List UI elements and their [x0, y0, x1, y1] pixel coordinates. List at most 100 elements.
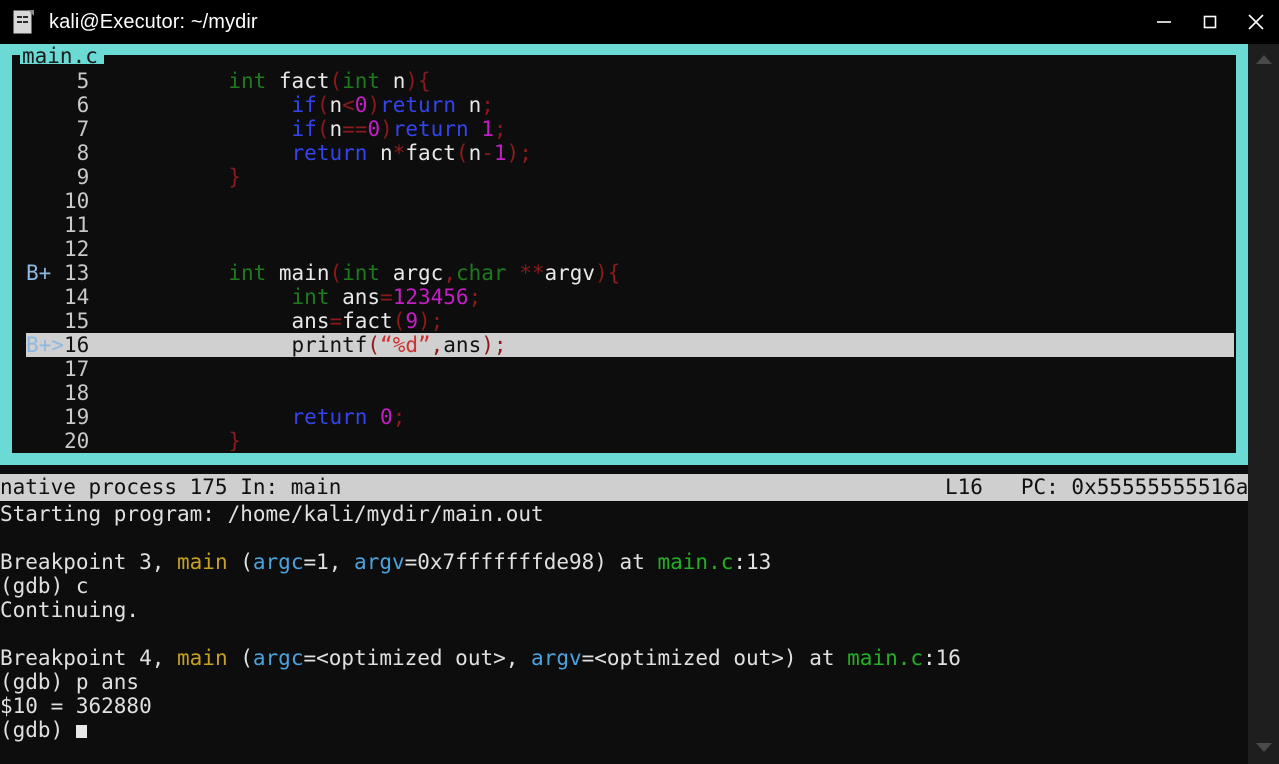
window-title: kali@Executor: ~/mydir	[49, 10, 258, 33]
window-titlebar: kali@Executor: ~/mydir	[0, 0, 1279, 44]
code-token: <	[342, 93, 355, 117]
code-token: if	[291, 117, 317, 141]
breakpoint-marker	[26, 381, 64, 405]
code-token: ,	[443, 261, 456, 285]
breakpoint-marker: B+>	[26, 333, 64, 357]
breakpoint-marker	[26, 69, 64, 93]
source-line: 20 }	[26, 429, 1236, 452]
console-token: (gdb) p ans	[0, 670, 140, 694]
code-token: return	[291, 405, 368, 429]
source-line: 19 return 0;	[26, 405, 1236, 429]
code-token: {	[418, 69, 431, 93]
status-process-info: native process 175 In: main	[0, 475, 342, 499]
source-border-left	[12, 55, 14, 453]
code-token: return	[291, 141, 368, 165]
source-line: 18	[26, 381, 1236, 405]
code-token: -	[481, 141, 494, 165]
code-token: 1	[493, 141, 507, 165]
gdb-console-output[interactable]: Starting program: /home/kali/mydir/main.…	[0, 502, 1248, 764]
code-token: return	[392, 117, 469, 141]
code-token: (	[455, 141, 469, 165]
line-number: 12	[63, 237, 90, 261]
console-token: :16	[923, 646, 961, 670]
console-token: main.c	[657, 550, 734, 574]
code-token: ;	[430, 309, 444, 333]
code-token: (	[392, 309, 406, 333]
console-token: (gdb)	[0, 718, 76, 742]
close-button[interactable]	[1233, 0, 1279, 44]
source-line: 17	[26, 357, 1236, 381]
line-number: 15	[63, 309, 90, 333]
source-code-viewport[interactable]: 5 int fact(int n){ 6 if(n<0)return n; 7 …	[12, 56, 1236, 452]
console-token: main	[177, 646, 228, 670]
code-token: n	[367, 141, 393, 165]
scroll-up-arrow-icon[interactable]	[1248, 46, 1279, 72]
code-token: int	[228, 261, 267, 285]
line-number: 19	[63, 405, 90, 429]
code-token: if	[291, 93, 317, 117]
code-token: fact	[278, 69, 330, 93]
console-token: :13	[733, 550, 772, 574]
breakpoint-marker	[26, 237, 64, 261]
code-token: ;	[493, 117, 507, 141]
code-token: )	[481, 333, 494, 357]
minimize-icon	[1157, 21, 1171, 23]
terminal-window[interactable]: main.c 5 int fact(int n){ 6 if(n<0)retur…	[0, 44, 1279, 764]
source-line: B+ 13 int main(int argc,char **argv){	[26, 261, 1236, 285]
code-token: n	[392, 69, 406, 93]
console-token: Breakpoint 3,	[0, 550, 178, 574]
console-line: (gdb) p ans	[0, 670, 1248, 694]
breakpoint-marker	[26, 189, 64, 213]
console-line: Breakpoint 4, main (argc=<optimized out>…	[0, 646, 1248, 670]
code-token: (	[316, 93, 330, 117]
code-token: ;	[519, 141, 532, 165]
code-token: (	[329, 261, 343, 285]
breakpoint-marker	[26, 309, 64, 333]
line-number: 11	[63, 213, 90, 237]
code-token: }	[228, 429, 241, 452]
terminal-scrollbar[interactable]	[1248, 44, 1279, 764]
code-token: 0	[380, 405, 393, 429]
code-token: )	[405, 69, 419, 93]
console-token: =<optimized out>,	[303, 646, 532, 670]
code-token: argv	[544, 261, 596, 285]
source-line: 14 int ans=123456;	[26, 285, 1236, 309]
code-token: =	[329, 309, 343, 333]
source-panel-frame: main.c 5 int fact(int n){ 6 if(n<0)retur…	[0, 44, 1248, 465]
code-token: **	[519, 261, 545, 285]
scroll-down-arrow-icon[interactable]	[1248, 734, 1279, 760]
line-number: 13	[63, 261, 90, 285]
minimize-button[interactable]	[1141, 0, 1187, 44]
console-token: argv	[531, 646, 582, 670]
gdb-status-bar: native process 175 In: main L16 PC: 0x55…	[0, 474, 1248, 501]
console-token: (gdb) c	[0, 574, 89, 598]
code-token: 0	[354, 93, 368, 117]
code-token: n	[329, 117, 343, 141]
source-line: 6 if(n<0)return n;	[26, 93, 1236, 117]
console-token: main	[177, 550, 228, 574]
code-token: n	[455, 93, 482, 117]
maximize-button[interactable]	[1187, 0, 1233, 44]
line-number: 20	[63, 429, 90, 452]
source-border-bottom	[12, 451, 1236, 453]
breakpoint-marker	[26, 285, 64, 309]
code-token: ;	[392, 405, 406, 429]
code-token: int	[342, 69, 381, 93]
maximize-icon	[1203, 15, 1217, 29]
source-line: 10	[26, 189, 1236, 213]
source-line: 12	[26, 237, 1236, 261]
code-token: 123456	[392, 285, 469, 309]
